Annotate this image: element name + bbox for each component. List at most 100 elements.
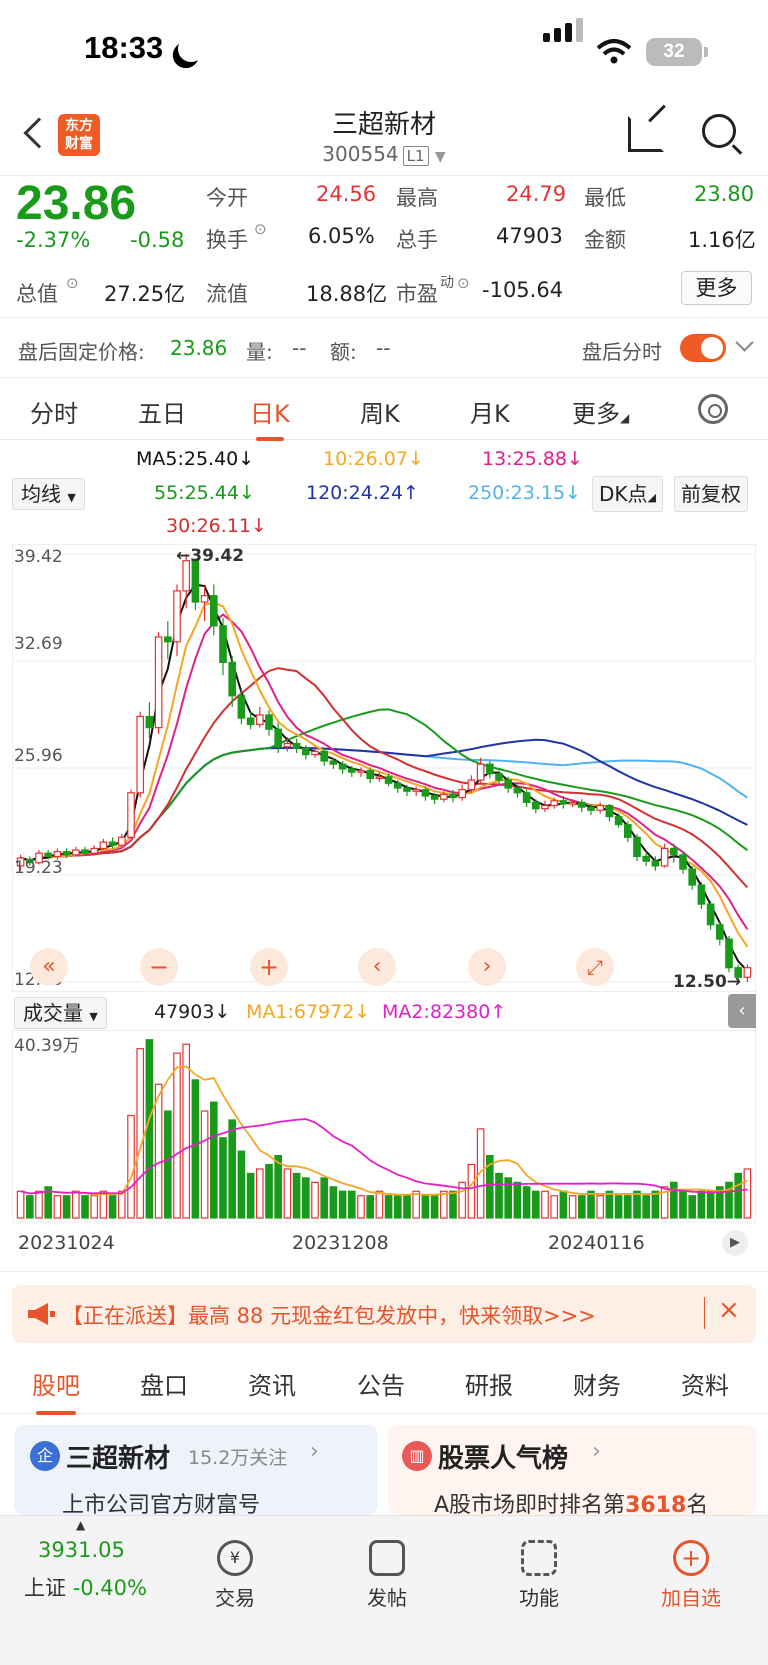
tab-news[interactable]: 资讯 bbox=[248, 1366, 296, 1401]
after-hours-toggle[interactable] bbox=[680, 334, 726, 362]
nav-trade[interactable]: ¥ 交易 bbox=[180, 1540, 290, 1611]
volume-bar bbox=[577, 1195, 586, 1219]
volume-bar bbox=[623, 1195, 632, 1219]
info-icon[interactable]: ⊙ bbox=[66, 274, 79, 292]
volume-bar bbox=[568, 1195, 577, 1219]
candle-body bbox=[504, 779, 513, 789]
tab-pankou[interactable]: 盘口 bbox=[140, 1366, 188, 1401]
volume-bar bbox=[283, 1168, 292, 1219]
yen-icon: ¥ bbox=[217, 1540, 253, 1576]
chevron-down-icon[interactable] bbox=[735, 333, 754, 352]
more-button[interactable]: 更多 bbox=[681, 271, 752, 305]
candle-body bbox=[90, 847, 99, 854]
candle-body bbox=[366, 769, 375, 780]
candle-body bbox=[587, 806, 595, 811]
share-icon[interactable] bbox=[628, 116, 664, 152]
tab-five-day[interactable]: 五日 bbox=[138, 394, 186, 429]
divider bbox=[704, 1297, 705, 1329]
collapse-icon[interactable]: ‹ bbox=[728, 994, 756, 1028]
tab-intraday[interactable]: 分时 bbox=[30, 394, 78, 429]
tab-research[interactable]: 研报 bbox=[465, 1366, 513, 1401]
nav-function-label: 功能 bbox=[519, 1586, 559, 1610]
candle-body bbox=[145, 715, 154, 729]
promo-banner[interactable]: 【正在派送】最高 88 元现金红包发放中，快来领取>>> × bbox=[12, 1285, 756, 1343]
company-icon: 企 bbox=[30, 1441, 60, 1471]
close-icon[interactable]: × bbox=[718, 1295, 740, 1325]
volume-bar bbox=[228, 1119, 237, 1219]
after-hours-price: 23.86 bbox=[170, 336, 228, 360]
ma5-label: MA5:25.40↓ bbox=[136, 448, 255, 470]
candle-body bbox=[605, 804, 614, 818]
index-value[interactable]: 3931.05 bbox=[38, 1538, 125, 1562]
zoom-in-icon[interactable]: + bbox=[250, 948, 288, 986]
indicator-select[interactable]: 成交量 ▼ bbox=[14, 997, 107, 1029]
candle-body bbox=[403, 787, 411, 792]
candle-body bbox=[430, 795, 439, 800]
info-icon[interactable]: ⊙ bbox=[254, 220, 267, 238]
info-icon[interactable]: ⊙ bbox=[457, 274, 470, 292]
candle-body bbox=[550, 800, 559, 807]
volume-chart[interactable] bbox=[12, 1030, 756, 1223]
tab-monthly-k[interactable]: 月K bbox=[470, 394, 510, 429]
candle-body bbox=[173, 590, 181, 643]
chevron-down-icon: ▼ bbox=[434, 149, 446, 165]
ma30-label: 30:26.11↓ bbox=[166, 515, 267, 537]
low-label: 最低 bbox=[584, 186, 626, 210]
volume-ma1: MA1:67972↓ bbox=[246, 1001, 371, 1023]
nav-add-watchlist[interactable]: + 加自选 bbox=[636, 1540, 746, 1611]
gear-icon[interactable] bbox=[698, 394, 728, 424]
volume-bar bbox=[541, 1190, 549, 1219]
scroll-left-icon[interactable]: ‹ bbox=[358, 948, 396, 986]
fast-back-icon[interactable]: « bbox=[30, 948, 68, 986]
search-icon[interactable] bbox=[702, 114, 736, 148]
volume-bar bbox=[559, 1190, 568, 1219]
popularity-card[interactable]: ▥ 股票人气榜 › A股市场即时排名第3618名 bbox=[388, 1425, 756, 1518]
kline-chart[interactable] bbox=[12, 544, 756, 992]
after-hours-bar: 盘后固定价格: 23.86 量: -- 额: -- 盘后分时 bbox=[0, 318, 768, 378]
high-value: 24.79 bbox=[506, 182, 567, 206]
candle-body bbox=[449, 793, 457, 799]
chevron-right-icon: › bbox=[592, 1439, 601, 1464]
nav-post[interactable]: 发帖 bbox=[332, 1540, 442, 1611]
volume-bar bbox=[375, 1190, 384, 1219]
tab-daily-k[interactable]: 日K bbox=[250, 394, 290, 441]
tab-weekly-k[interactable]: 周K bbox=[360, 394, 400, 429]
volume-bar bbox=[614, 1195, 623, 1219]
zoom-out-icon[interactable]: − bbox=[140, 948, 178, 986]
volume-bar bbox=[697, 1190, 706, 1219]
chevron-right-icon: › bbox=[310, 1439, 319, 1464]
chart-icon: ▥ bbox=[402, 1441, 432, 1471]
max-price-marker: ←39.42 bbox=[176, 546, 245, 566]
adjust-button[interactable]: 前复权 bbox=[674, 476, 748, 512]
tab-announcement[interactable]: 公告 bbox=[357, 1366, 405, 1401]
ma13-label: 13:25.88↓ bbox=[482, 448, 583, 470]
volume-bar bbox=[173, 1052, 181, 1219]
index-line[interactable]: 上证 -0.40% bbox=[24, 1572, 147, 1602]
volume-bar bbox=[90, 1195, 99, 1219]
ma-select[interactable]: 均线 ▼ bbox=[12, 478, 85, 510]
candle-body bbox=[393, 782, 402, 789]
dropdown-arrow-icon: ◢ bbox=[647, 491, 656, 504]
volume-bar bbox=[513, 1181, 522, 1219]
bottom-nav: ▲ 3931.05 上证 -0.40% ¥ 交易 发帖 功能 + 加自选 bbox=[0, 1515, 768, 1665]
candle-body bbox=[660, 847, 669, 867]
company-card[interactable]: 企 三超新材 15.2万关注 › 上市公司官方财富号 bbox=[14, 1425, 378, 1518]
nav-function[interactable]: 功能 bbox=[484, 1540, 594, 1611]
tab-guba[interactable]: 股吧 bbox=[32, 1366, 80, 1415]
fullscreen-icon[interactable]: ⤢ bbox=[576, 948, 614, 986]
dk-point-button[interactable]: DK点◢ bbox=[592, 476, 663, 512]
tab-profile[interactable]: 资料 bbox=[681, 1366, 729, 1401]
candle-body bbox=[136, 715, 145, 794]
candle-body bbox=[697, 884, 706, 905]
candle-body bbox=[706, 903, 715, 926]
candle-body bbox=[265, 714, 273, 730]
volume-bar bbox=[16, 1190, 25, 1219]
volume-bar bbox=[688, 1195, 697, 1219]
volume-bar bbox=[292, 1172, 301, 1219]
play-icon[interactable]: ▶ bbox=[722, 1230, 748, 1256]
tab-finance[interactable]: 财务 bbox=[573, 1366, 621, 1401]
scroll-right-icon[interactable]: › bbox=[468, 948, 506, 986]
tab-more[interactable]: 更多◢ bbox=[572, 394, 629, 429]
volume-bar bbox=[25, 1195, 34, 1219]
volume-bar bbox=[605, 1190, 614, 1219]
